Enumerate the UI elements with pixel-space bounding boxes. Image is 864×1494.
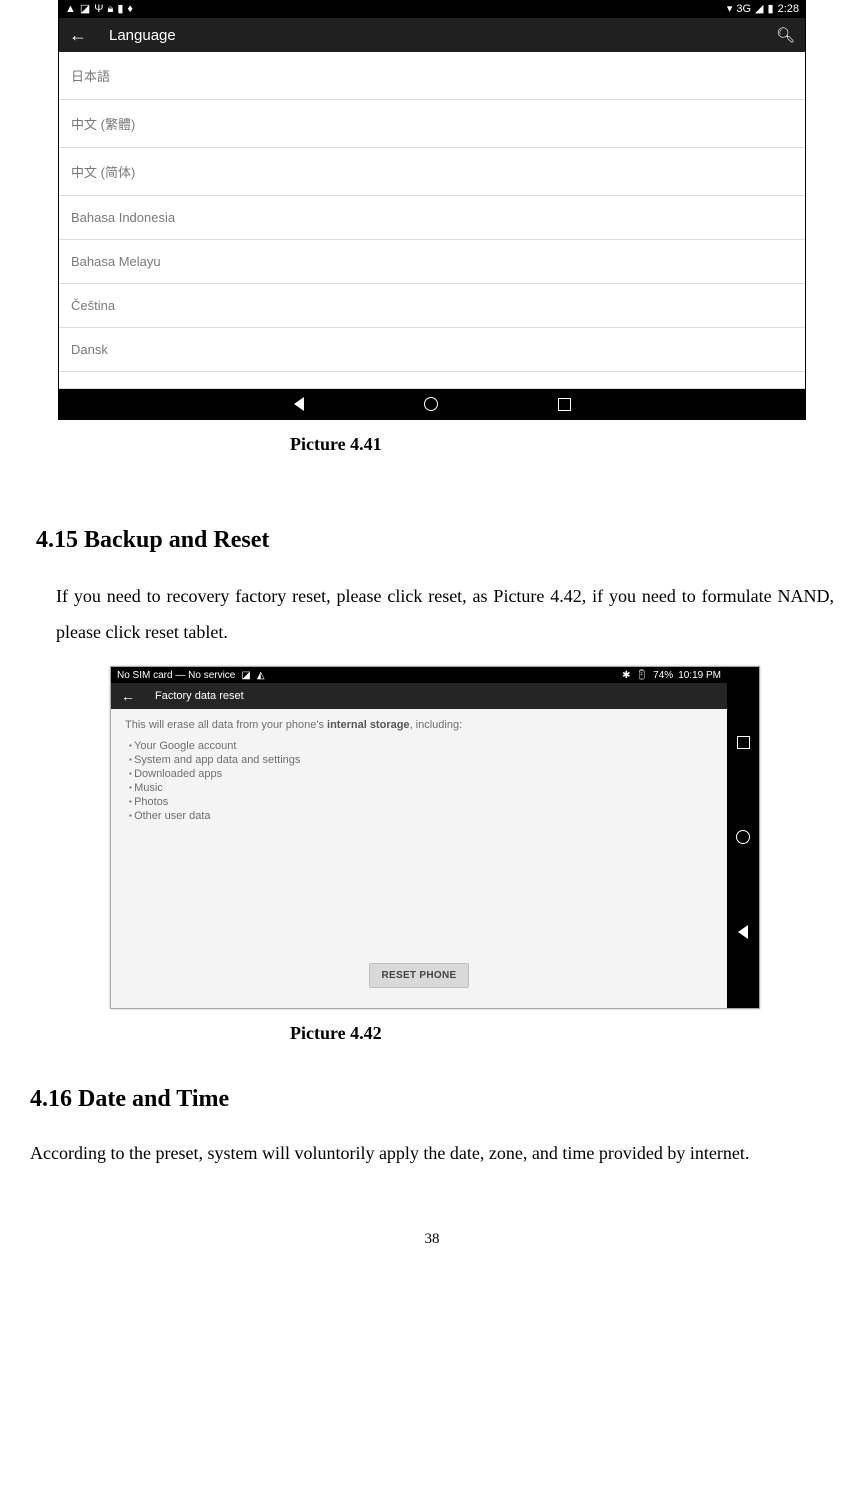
- list-item: Your Google account: [129, 739, 713, 753]
- list-item[interactable]: Bahasa Melayu: [59, 240, 805, 284]
- body-paragraph: According to the preset, system will vol…: [30, 1135, 834, 1171]
- warning-icon: ▲: [65, 4, 76, 15]
- text-strong: internal storage: [327, 719, 410, 731]
- clock: 2:28: [778, 4, 799, 15]
- reset-intro: This will erase all data from your phone…: [125, 719, 713, 731]
- battery-icon: ▮: [768, 4, 774, 15]
- nav-back-icon[interactable]: [738, 925, 748, 939]
- list-item: Photos: [129, 795, 713, 809]
- list-item: Other user data: [129, 809, 713, 823]
- search-icon[interactable]: 🔍︎: [776, 26, 795, 44]
- text: , including:: [410, 719, 463, 731]
- list-item[interactable]: 日本語: [59, 52, 805, 100]
- status-left-icons: ▲ ◪ Ψ 🔒︎ ▮ ♦: [65, 4, 133, 15]
- reset-phone-button[interactable]: RESET PHONE: [369, 963, 470, 988]
- back-icon[interactable]: ←: [121, 688, 135, 704]
- list-item[interactable]: 中文 (繁體): [59, 100, 805, 148]
- status-right: ▾ 3G ◢ ▮ 2:28: [727, 4, 799, 15]
- sim-status: No SIM card — No service: [117, 670, 235, 681]
- status-bar: ▲ ◪ Ψ 🔒︎ ▮ ♦ ▾ 3G ◢ ▮ 2:28: [59, 1, 805, 18]
- figure-caption: Picture 4.41: [290, 434, 834, 455]
- nav-home-icon[interactable]: [424, 397, 438, 411]
- status-icon: ◪: [80, 4, 90, 15]
- status-icon: ◪: [241, 670, 250, 681]
- appbar-title: Language: [109, 27, 176, 44]
- list-item[interactable]: Bahasa Indonesia: [59, 196, 805, 240]
- nav-recent-icon[interactable]: [737, 736, 750, 749]
- status-bar: No SIM card — No service ◪ ◭ ✱ 🔋︎ 74% 10…: [111, 667, 727, 683]
- list-item: Music: [129, 781, 713, 795]
- list-item[interactable]: Čeština: [59, 284, 805, 328]
- reset-bullet-list: Your Google account System and app data …: [125, 739, 713, 823]
- bluetooth-icon: ✱: [622, 670, 630, 681]
- text: This will erase all data from your phone…: [125, 719, 327, 731]
- section-heading: 4.15 Backup and Reset: [36, 527, 834, 554]
- signal-icon: ◢: [755, 4, 763, 15]
- battery-icon: 🔋︎: [635, 670, 648, 681]
- list-item: System and app data and settings: [129, 753, 713, 767]
- screenshot-factory-reset: No SIM card — No service ◪ ◭ ✱ 🔋︎ 74% 10…: [110, 666, 760, 1009]
- wifi-icon: ▾: [727, 4, 733, 15]
- screenshot-language-settings: ▲ ◪ Ψ 🔒︎ ▮ ♦ ▾ 3G ◢ ▮ 2:28 ← Language 🔍︎…: [58, 0, 806, 420]
- clock: 10:19 PM: [678, 670, 721, 681]
- status-icon: ♦: [127, 4, 133, 15]
- navigation-bar-vertical: [727, 667, 759, 1008]
- appbar-title: Factory data reset: [155, 690, 244, 702]
- language-list: 日本語 中文 (繁體) 中文 (简体) Bahasa Indonesia Bah…: [59, 52, 805, 389]
- network-label: 3G: [736, 4, 751, 15]
- battery-icon: ▮: [117, 4, 123, 15]
- page-number: 38: [30, 1231, 834, 1248]
- app-bar: ← Language 🔍︎: [59, 18, 805, 52]
- list-item[interactable]: Dansk: [59, 328, 805, 372]
- reset-content: This will erase all data from your phone…: [111, 709, 727, 1008]
- status-icon: ◭: [257, 670, 265, 681]
- figure-caption: Picture 4.42: [290, 1023, 834, 1044]
- navigation-bar: [59, 389, 805, 419]
- body-paragraph: If you need to recovery factory reset, p…: [56, 578, 834, 650]
- nav-recent-icon[interactable]: [558, 398, 571, 411]
- nav-home-icon[interactable]: [736, 830, 750, 844]
- section-heading: 4.16 Date and Time: [30, 1086, 834, 1113]
- nav-back-icon[interactable]: [294, 397, 304, 411]
- usb-icon: Ψ: [94, 4, 103, 15]
- list-item-peek[interactable]: [59, 372, 805, 389]
- app-bar: ← Factory data reset: [111, 683, 727, 709]
- list-item: Downloaded apps: [129, 767, 713, 781]
- list-item[interactable]: 中文 (简体): [59, 148, 805, 196]
- battery-pct: 74%: [653, 670, 673, 681]
- back-icon[interactable]: ←: [69, 25, 87, 46]
- lock-icon: 🔒︎: [108, 4, 114, 15]
